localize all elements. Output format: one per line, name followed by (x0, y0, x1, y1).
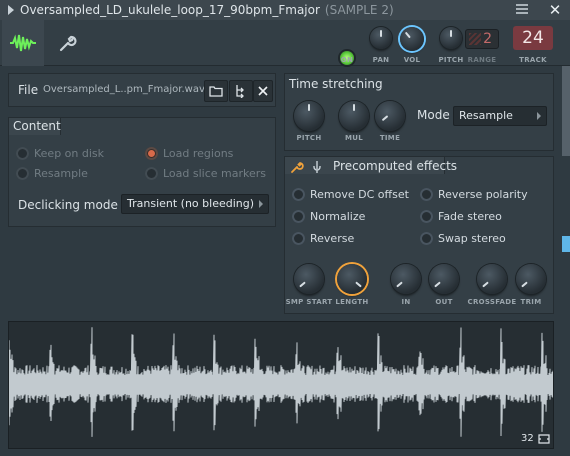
checkbox-indicator (292, 232, 305, 245)
locate-file-button[interactable] (229, 80, 253, 102)
stretch-mode-value: Resample (459, 109, 513, 122)
open-file-button[interactable] (204, 80, 228, 102)
window-subtitle: (SAMPLE 2) (324, 3, 394, 17)
volume-knob[interactable] (400, 27, 424, 51)
fade-stereo-option[interactable]: Fade stereo (420, 210, 502, 223)
mixer-track-field[interactable]: 24 (513, 26, 553, 50)
stretch-pitch-knob[interactable] (294, 101, 324, 131)
checkbox-indicator (16, 167, 29, 180)
window-menu-arrow-icon[interactable] (8, 5, 14, 15)
wrench-icon (291, 162, 304, 173)
side-scrollbar[interactable] (562, 66, 570, 156)
swap-stereo-option[interactable]: Swap stereo (420, 232, 506, 245)
file-panel: File Oversampled_L..pm_Fmajor.wav (8, 73, 276, 107)
wrench-icon (59, 35, 77, 52)
reverse-option[interactable]: Reverse (292, 232, 354, 245)
file-tree-icon (236, 85, 244, 98)
remove-dc-offset-option[interactable]: Remove DC offset (292, 188, 409, 201)
checkbox-indicator (420, 232, 433, 245)
precomputed-effects-panel: Precomputed effects Remove DC offset Rev… (284, 156, 554, 314)
fade-out-knob[interactable] (429, 264, 459, 294)
waveform-icon (10, 34, 36, 52)
checkbox-indicator (420, 188, 433, 201)
zoom-value: 32 (521, 433, 534, 444)
load-slice-markers-option[interactable]: Load slice markers (145, 167, 266, 180)
tab-instrument-properties[interactable] (46, 20, 88, 66)
checkbox-indicator (420, 210, 433, 223)
chevron-right-icon (537, 112, 541, 120)
fade-stereo-label: Fade stereo (438, 210, 502, 223)
content-panel: Content Keep on disk Load regions Resamp… (8, 117, 276, 227)
chevron-right-icon (259, 200, 263, 208)
reverse-polarity-option[interactable]: Reverse polarity (420, 188, 528, 201)
reverse-label: Reverse (310, 232, 355, 245)
declicking-value: Transient (no bleeding) (127, 197, 255, 210)
side-scrollbar-thumb[interactable] (562, 236, 570, 252)
close-icon (258, 86, 268, 96)
swap-stereo-label: Swap stereo (438, 232, 506, 245)
resample-option[interactable]: Resample (16, 167, 88, 180)
load-regions-label: Load regions (163, 147, 234, 160)
waveform-path (8, 327, 554, 437)
remove-file-button[interactable] (253, 80, 273, 102)
keep-on-disk-option[interactable]: Keep on disk (16, 147, 104, 160)
zoom-frame-icon[interactable] (538, 434, 550, 444)
microphone-icon (313, 161, 321, 173)
pitch-range-field[interactable]: 2 (465, 29, 499, 49)
length-knob[interactable] (337, 264, 367, 294)
pan-knob[interactable] (370, 27, 392, 49)
trim-label: TRIM (520, 298, 542, 306)
close-button[interactable]: ✕ (544, 1, 566, 19)
folder-icon (209, 86, 223, 97)
track-label: TRACK (519, 56, 547, 64)
trim-knob[interactable] (516, 264, 546, 294)
reverse-polarity-label: Reverse polarity (438, 188, 528, 201)
sample-settings-window: Oversampled_LD_ukulele_loop_17_90bpm_Fma… (0, 0, 570, 456)
tab-sample-waveform[interactable] (2, 20, 44, 66)
keep-on-disk-label: Keep on disk (34, 147, 105, 160)
checkbox-indicator (292, 210, 305, 223)
crossfade-knob[interactable] (477, 264, 507, 294)
time-stretching-title: Time stretching (289, 77, 383, 91)
declicking-label: Declicking mode (18, 198, 118, 212)
checkbox-indicator (145, 167, 158, 180)
pitch-knob[interactable] (440, 27, 462, 49)
waveform-display[interactable]: 32 (8, 321, 554, 449)
resample-label: Resample (34, 167, 88, 180)
stretch-mode-select[interactable]: Resample (453, 106, 547, 126)
length-label: LENGTH (335, 298, 369, 306)
file-name[interactable]: Oversampled_L..pm_Fmajor.wav (43, 84, 205, 95)
window-menu-icon[interactable] (516, 4, 528, 16)
normalize-option[interactable]: Normalize (292, 210, 365, 223)
checkbox-indicator (16, 147, 29, 160)
time-stretching-panel: Time stretching PITCH MUL TIME Mode Resa… (284, 73, 554, 151)
normalize-label: Normalize (310, 210, 366, 223)
window-title: Oversampled_LD_ukulele_loop_17_90bpm_Fma… (20, 3, 320, 17)
remove-dc-offset-label: Remove DC offset (310, 188, 409, 201)
declicking-select[interactable]: Transient (no bleeding) (121, 194, 269, 214)
sample-start-knob[interactable] (294, 264, 324, 294)
fade-in-knob[interactable] (391, 264, 421, 294)
effects-title: Precomputed effects (333, 159, 458, 173)
load-regions-option[interactable]: Load regions (145, 147, 233, 160)
waveform-graph (8, 327, 554, 437)
pitch-range-value: 2 (483, 31, 492, 47)
stretch-time-knob[interactable] (375, 101, 405, 131)
title-bar[interactable]: Oversampled_LD_ukulele_loop_17_90bpm_Fma… (0, 0, 570, 20)
mode-label: Mode (417, 108, 450, 122)
channel-toolbar: ON PAN VOL PITCH 2 RANGE 24 TRACK (0, 20, 570, 66)
stretch-mul-knob[interactable] (339, 101, 369, 131)
file-label: File (18, 83, 39, 97)
checkbox-indicator (292, 188, 305, 201)
checkbox-indicator (145, 147, 158, 160)
content-title: Content (13, 119, 61, 133)
stretch-time-label: TIME (379, 134, 401, 142)
load-slice-markers-label: Load slice markers (163, 167, 267, 180)
